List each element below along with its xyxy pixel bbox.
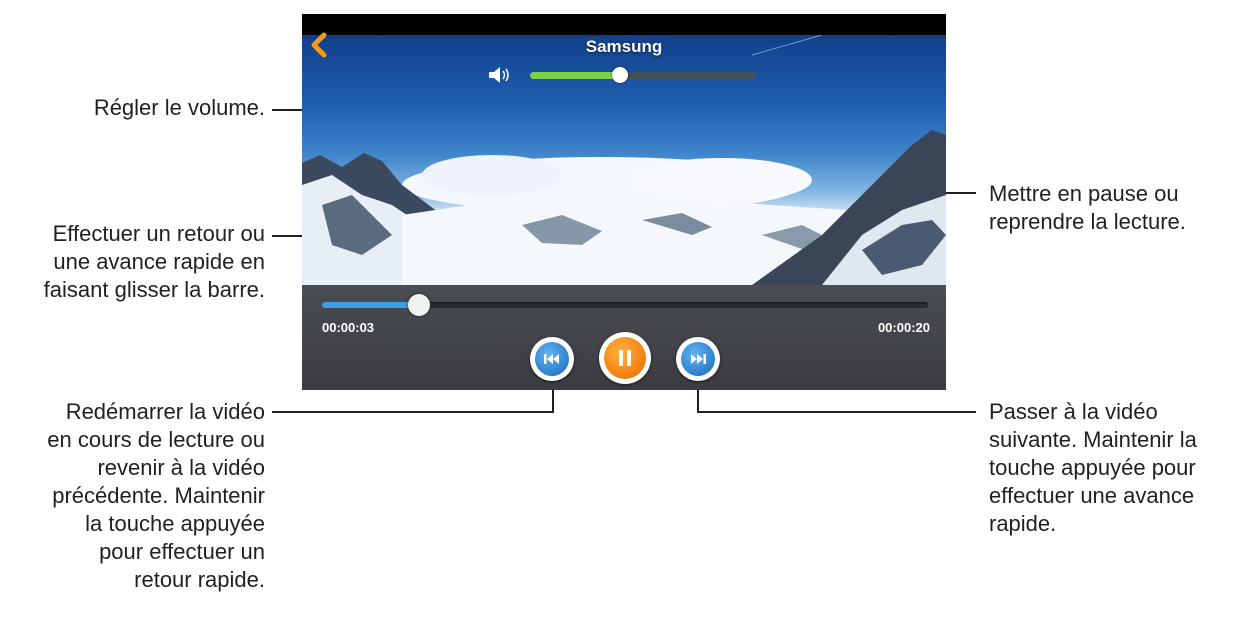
next-callout-line-3: touche appuyée pour	[989, 455, 1196, 480]
next-callout-line-5: rapide.	[989, 511, 1057, 536]
seek-bar-handle[interactable]	[407, 294, 430, 316]
status-bar	[302, 14, 946, 35]
pause-icon	[619, 350, 631, 366]
video-title: Samsung	[585, 37, 663, 56]
total-time: 00:00:20	[877, 320, 930, 335]
pause-callout-line-2: reprendre la lecture.	[989, 209, 1186, 234]
skip-previous-icon	[544, 354, 559, 364]
seek-bar[interactable]	[322, 294, 928, 316]
next-callout-line-4: effectuer une avance	[989, 483, 1195, 508]
top-bar: Samsung	[302, 32, 946, 61]
elapsed-time: 00:00:03	[322, 320, 375, 335]
next-callout-line-2: suivante. Maintenir la	[989, 427, 1197, 452]
pause-callout: Mettre en pause ou reprendre la lecture.	[989, 180, 1186, 236]
next-callout: Passer à la vidéo suivante. Maintenir la…	[989, 398, 1197, 538]
speaker-icon	[487, 65, 513, 85]
previous-callout-line-4: précédente. Maintenir	[52, 483, 265, 508]
seek-callout-line-3: faisant glisser la barre.	[43, 277, 265, 302]
previous-callout-line-2: en cours de lecture ou	[47, 427, 265, 452]
seek-callout-line-1: Effectuer un retour ou	[52, 221, 265, 246]
skip-next-icon	[691, 354, 706, 364]
volume-callout: Régler le volume.	[93, 95, 265, 120]
previous-callout-line-3: revenir à la vidéo	[97, 455, 265, 480]
previous-callout-line-7: retour rapide.	[134, 567, 265, 592]
previous-callout-line-5: la touche appuyée	[85, 511, 265, 536]
previous-callout-line-6: pour effectuer un	[99, 539, 265, 564]
seek-callout: Effectuer un retour ou une avance rapide…	[44, 220, 265, 304]
volume-slider[interactable]	[530, 67, 756, 83]
previous-button[interactable]	[530, 337, 574, 381]
pause-callout-line-1: Mettre en pause ou	[989, 181, 1179, 206]
seek-bar-fill	[322, 302, 419, 308]
seek-callout-line-2: une avance rapide en	[53, 249, 265, 274]
previous-callout: Redémarrer la vidéo en cours de lecture …	[47, 398, 265, 594]
next-callout-line-1: Passer à la vidéo	[989, 399, 1158, 424]
volume-slider-fill	[530, 72, 621, 79]
playback-controls: 00:00:03 00:00:20	[302, 285, 946, 390]
video-player-screen: Samsung 00:00:03 00:00:20	[302, 14, 946, 390]
previous-callout-line-1: Redémarrer la vidéo	[65, 399, 265, 424]
pause-button[interactable]	[599, 332, 651, 384]
next-button[interactable]	[676, 337, 720, 381]
